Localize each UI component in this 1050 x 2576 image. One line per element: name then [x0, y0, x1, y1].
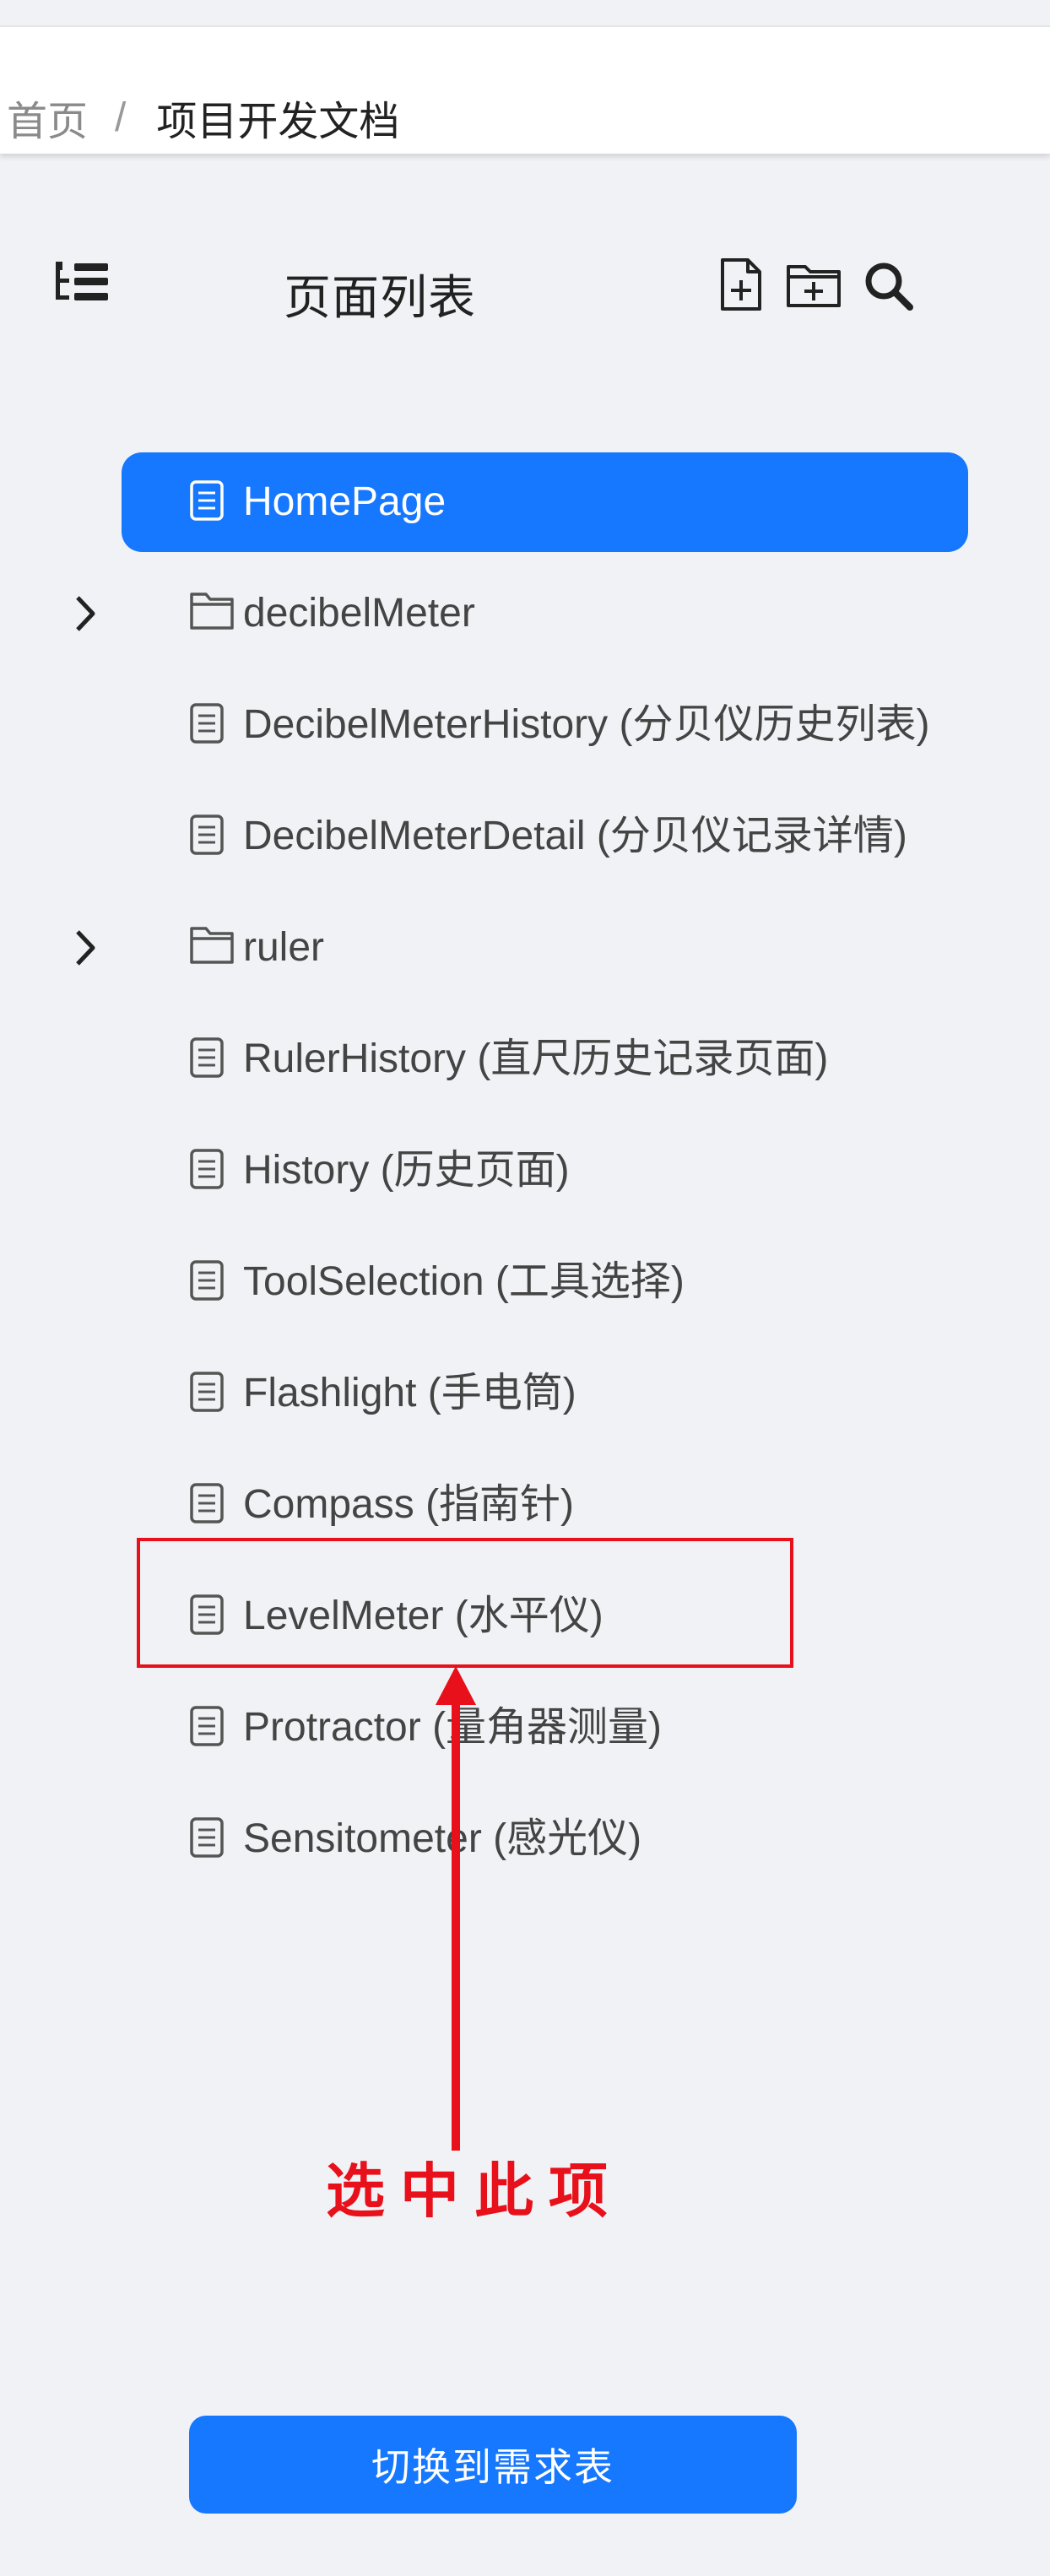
chevron-right-icon[interactable] [73, 593, 98, 635]
new-file-icon[interactable] [717, 257, 765, 312]
switch-to-requirements-button[interactable]: 切换到需求表 [189, 2416, 797, 2514]
document-icon [190, 480, 224, 521]
tree-item-folder-decibelmeter[interactable]: decibelMeter [76, 564, 966, 663]
tree-item-decibelmeterhistory[interactable]: DecibelMeterHistory (分贝仪历史列表) [122, 675, 966, 775]
tree-item-label: DecibelMeterDetail (分贝仪记录详情) [243, 814, 907, 858]
document-icon [190, 1260, 224, 1301]
document-icon [190, 1706, 224, 1746]
breadcrumb-home-link[interactable]: 首页 [7, 88, 88, 147]
document-icon [190, 1483, 224, 1523]
document-icon [190, 703, 224, 744]
tree-item-homepage[interactable]: HomePage [122, 452, 968, 552]
tree-item-label: HomePage [243, 479, 447, 524]
annotation-label: 选中此项 [326, 2158, 623, 2224]
document-icon [190, 1037, 224, 1078]
tree-list-icon[interactable] [52, 260, 111, 307]
breadcrumb-separator: / [115, 95, 127, 140]
annotation-highlight-box [137, 1538, 793, 1668]
tree-item-toolselection[interactable]: ToolSelection (工具选择) [122, 1232, 966, 1332]
tree-item-folder-ruler[interactable]: ruler [76, 898, 966, 998]
annotation-arrow-icon [436, 1666, 476, 2151]
document-icon [190, 1149, 224, 1189]
tree-item-label: History (历史页面) [243, 1148, 570, 1193]
tree-item-label: decibelMeter [243, 591, 475, 636]
breadcrumb-current: 项目开发文档 [156, 100, 400, 144]
tree-item-sensitometer[interactable]: Sensitometer (感光仪) [122, 1789, 966, 1889]
panel-title: 页面列表 [284, 271, 476, 324]
tree-item-label: ToolSelection (工具选择) [243, 1259, 685, 1304]
top-strip [0, 0, 1050, 25]
folder-icon [190, 927, 234, 964]
tree-item-label: Flashlight (手电筒) [243, 1371, 576, 1415]
search-icon[interactable] [863, 260, 915, 312]
document-icon [190, 1372, 224, 1412]
tree-item-label: RulerHistory (直尺历史记录页面) [243, 1036, 829, 1081]
tree-item-label: ruler [243, 925, 325, 970]
document-icon [190, 1817, 224, 1858]
tree-item-label: DecibelMeterHistory (分贝仪历史列表) [243, 702, 930, 747]
new-folder-icon[interactable] [785, 262, 842, 309]
chevron-right-icon[interactable] [73, 927, 98, 969]
tree-item-rulerhistory[interactable]: RulerHistory (直尺历史记录页面) [122, 1009, 966, 1109]
tree-item-decibelmeterdetail[interactable]: DecibelMeterDetail (分贝仪记录详情) [122, 787, 966, 886]
breadcrumb-bar: 首页 / 项目开发文档 [0, 25, 1050, 154]
tree-item-flashlight[interactable]: Flashlight (手电筒) [122, 1344, 966, 1443]
document-icon [190, 814, 224, 855]
folder-icon [190, 593, 234, 630]
breadcrumb: 首页 / 项目开发文档 [7, 88, 399, 147]
tree-item-history[interactable]: History (历史页面) [122, 1121, 966, 1220]
tree-item-protractor[interactable]: Protractor (量角器测量) [122, 1678, 966, 1778]
